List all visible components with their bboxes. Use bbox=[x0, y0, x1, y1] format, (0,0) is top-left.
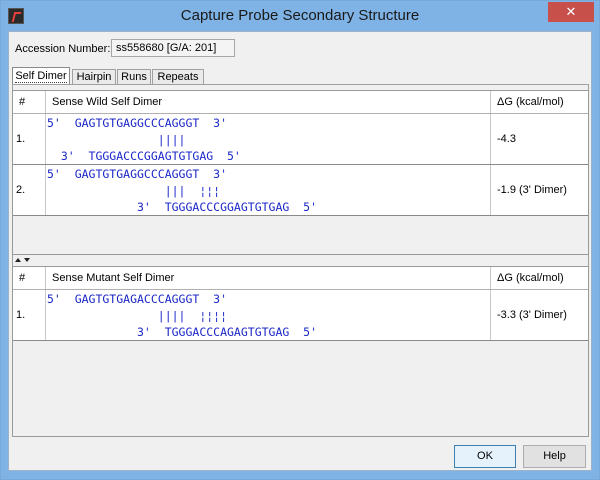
help-button[interactable]: Help bbox=[523, 445, 586, 468]
title-bar[interactable]: Capture Probe Secondary Structure ✕ bbox=[1, 1, 599, 31]
table-row[interactable]: 1. 5' GAGTGTGAGACCCAGGGT 3' |||| ¦¦¦¦ 3'… bbox=[13, 290, 588, 341]
column-header-num[interactable]: # bbox=[13, 267, 46, 289]
sequence-line: 3' TGGGACCCGGAGTGTGAG 5' bbox=[47, 149, 241, 163]
close-button[interactable]: ✕ bbox=[548, 2, 594, 22]
wild-dimer-table: # Sense Wild Self Dimer ΔG (kcal/mol) 1.… bbox=[12, 90, 589, 255]
accession-label: Accession Number: bbox=[15, 43, 111, 55]
tab-label: Repeats bbox=[157, 71, 199, 83]
column-header-dg[interactable]: ΔG (kcal/mol) bbox=[491, 267, 588, 289]
row-number: 1. bbox=[13, 290, 46, 340]
row-number: 1. bbox=[13, 114, 46, 164]
table-row[interactable]: 2. 5' GAGTGTGAGGCCCAGGGT 3' ||| ¦¦¦ 3' T… bbox=[13, 165, 588, 216]
sequence-line: 3' TGGGACCCGGAGTGTGAG 5' bbox=[47, 200, 318, 214]
sequence-line: 5' GAGTGTGAGACCCAGGGT 3' bbox=[47, 292, 228, 306]
tab-runs[interactable]: Runs bbox=[117, 69, 151, 85]
dialog-window: Capture Probe Secondary Structure ✕ Acce… bbox=[0, 0, 600, 480]
table-row[interactable]: 1. 5' GAGTGTGAGGCCCAGGGT 3' |||| 3' TGGG… bbox=[13, 114, 588, 165]
delta-g-value: -3.3 (3' Dimer) bbox=[497, 309, 567, 321]
table-header: # Sense Mutant Self Dimer ΔG (kcal/mol) bbox=[13, 267, 588, 290]
sequence-line: 5' GAGTGTGAGGCCCAGGGT 3' bbox=[47, 167, 228, 181]
dialog-content: Accession Number: ss558680 [G/A: 201] Se… bbox=[8, 31, 592, 471]
dimer-alignment: 5' GAGTGTGAGACCCAGGGT 3' |||| ¦¦¦¦ 3' TG… bbox=[46, 290, 491, 340]
table-empty-area bbox=[13, 341, 588, 436]
table-empty-area bbox=[13, 216, 588, 254]
table-header: # Sense Wild Self Dimer ΔG (kcal/mol) bbox=[13, 91, 588, 114]
dimer-alignment: 5' GAGTGTGAGGCCCAGGGT 3' |||| 3' TGGGACC… bbox=[46, 114, 491, 164]
dimer-alignment: 5' GAGTGTGAGGCCCAGGGT 3' ||| ¦¦¦ 3' TGGG… bbox=[46, 165, 491, 215]
tab-label: Hairpin bbox=[76, 71, 112, 83]
tab-label: Self Dimer bbox=[15, 70, 67, 83]
column-header-dg[interactable]: ΔG (kcal/mol) bbox=[491, 91, 588, 113]
window-title: Capture Probe Secondary Structure bbox=[180, 7, 420, 24]
bond-line: |||| ¦¦¦¦ bbox=[47, 308, 228, 323]
tab-label: Runs bbox=[121, 71, 147, 83]
split-pane-divider[interactable] bbox=[13, 258, 589, 266]
column-header-structure[interactable]: Sense Mutant Self Dimer bbox=[46, 267, 491, 289]
delta-g-value: -1.9 (3' Dimer) bbox=[497, 184, 567, 196]
mutant-dimer-table: # Sense Mutant Self Dimer ΔG (kcal/mol) … bbox=[12, 266, 589, 437]
sequence-line: 3' TGGGACCCAGAGTGTGAG 5' bbox=[47, 325, 318, 339]
bond-line: |||| bbox=[47, 132, 186, 147]
row-number: 2. bbox=[13, 165, 46, 215]
column-header-structure[interactable]: Sense Wild Self Dimer bbox=[46, 91, 491, 113]
bond-line: ||| ¦¦¦ bbox=[47, 183, 221, 198]
expand-down-arrow-icon[interactable] bbox=[24, 258, 30, 262]
tab-repeats[interactable]: Repeats bbox=[152, 69, 204, 85]
ok-button[interactable]: OK bbox=[454, 445, 516, 468]
collapse-up-arrow-icon[interactable] bbox=[15, 258, 21, 262]
delta-g-value: -4.3 bbox=[497, 133, 516, 145]
accession-field: ss558680 [G/A: 201] bbox=[111, 39, 235, 57]
column-header-num[interactable]: # bbox=[13, 91, 46, 113]
sequence-line: 5' GAGTGTGAGGCCCAGGGT 3' bbox=[47, 116, 228, 130]
tab-hairpin[interactable]: Hairpin bbox=[72, 69, 116, 85]
